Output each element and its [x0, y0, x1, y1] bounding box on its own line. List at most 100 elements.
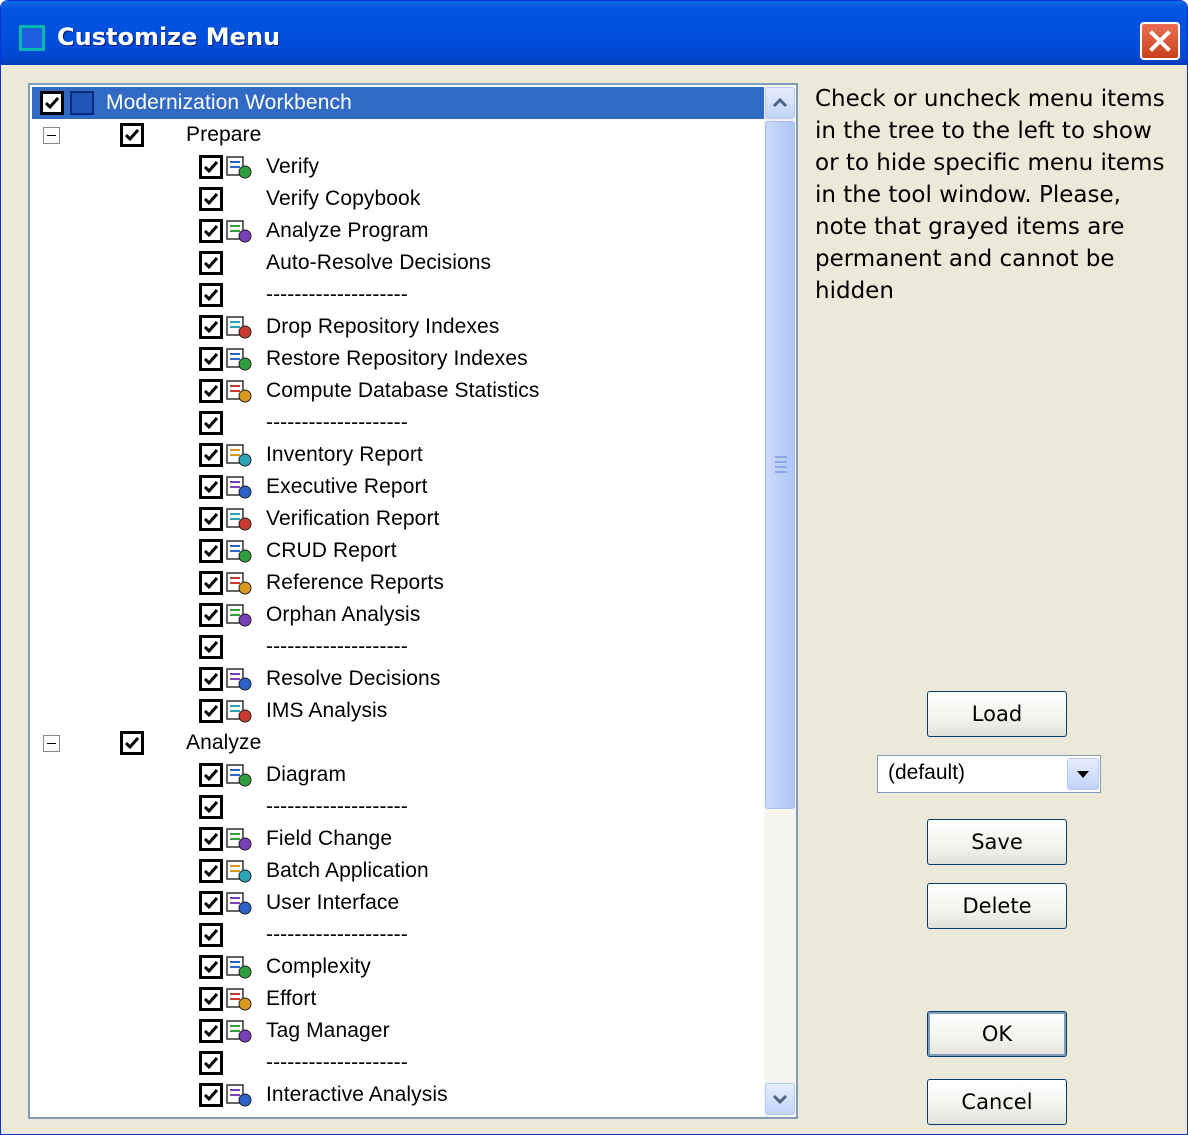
item-checkbox[interactable] [199, 827, 223, 851]
item-checkbox[interactable] [199, 667, 223, 691]
close-button[interactable] [1140, 22, 1180, 60]
menu-item[interactable]: Orphan Analysis [30, 599, 762, 631]
item-checkbox[interactable] [199, 155, 223, 179]
collapse-toggle[interactable] [43, 735, 60, 752]
item-checkbox[interactable] [120, 731, 144, 755]
tree-item-label: Restore Repository Indexes [266, 347, 528, 370]
tree-group-prepare[interactable]: Prepare [30, 119, 762, 151]
item-checkbox[interactable] [199, 571, 223, 595]
menu-item[interactable]: User Interface [30, 887, 762, 919]
menu-item-icon [223, 664, 255, 694]
menu-separator[interactable]: -------------------- [30, 791, 762, 823]
menu-item[interactable]: Executive Report [30, 471, 762, 503]
tree-item-label: -------------------- [266, 795, 408, 818]
tree-item-label: Analyze Program [266, 219, 429, 242]
item-checkbox[interactable] [199, 923, 223, 947]
profile-select[interactable]: (default) [877, 755, 1101, 793]
menu-item[interactable]: Restore Repository Indexes [30, 343, 762, 375]
menu-item[interactable]: Complexity [30, 951, 762, 983]
item-checkbox[interactable] [199, 411, 223, 435]
scroll-thumb[interactable] [765, 121, 795, 809]
ok-button[interactable]: OK [927, 1011, 1067, 1057]
menu-tree[interactable]: Modernization Workbench Prepare Verify Veri… [28, 83, 798, 1119]
tree-item-label: Verification Report [266, 507, 440, 530]
item-checkbox[interactable] [199, 507, 223, 531]
menu-separator[interactable]: -------------------- [30, 407, 762, 439]
tree-item-label: Interactive Analysis [266, 1083, 448, 1106]
menu-item[interactable]: Effort [30, 983, 762, 1015]
item-checkbox[interactable] [199, 379, 223, 403]
menu-item[interactable]: Verify [30, 151, 762, 183]
menu-item[interactable]: Drop Repository Indexes [30, 311, 762, 343]
item-checkbox[interactable] [199, 187, 223, 211]
item-checkbox[interactable] [199, 635, 223, 659]
menu-item-icon [223, 216, 255, 246]
tree-item-label: Executive Report [266, 475, 428, 498]
menu-item[interactable]: Field Change [30, 823, 762, 855]
item-checkbox[interactable] [199, 1083, 223, 1107]
menu-item-icon [223, 888, 255, 918]
menu-item[interactable]: Auto-Resolve Decisions [30, 247, 762, 279]
help-text: Check or uncheck menu items in the tree … [815, 86, 1165, 304]
tree-item-label: Drop Repository Indexes [266, 315, 500, 338]
item-checkbox[interactable] [199, 795, 223, 819]
item-checkbox[interactable] [199, 475, 223, 499]
scroll-down-button[interactable] [765, 1083, 795, 1115]
item-checkbox[interactable] [199, 283, 223, 307]
menu-item[interactable]: Interactive Analysis [30, 1079, 762, 1111]
item-checkbox[interactable] [199, 1019, 223, 1043]
item-checkbox[interactable] [199, 859, 223, 883]
cancel-button[interactable]: Cancel [927, 1079, 1067, 1125]
menu-item[interactable]: Resolve Decisions [30, 663, 762, 695]
tree-item-label: User Interface [266, 891, 400, 914]
item-checkbox[interactable] [199, 539, 223, 563]
tree-item-label: IMS Analysis [266, 699, 388, 722]
menu-item[interactable]: Batch Application [30, 855, 762, 887]
menu-item[interactable]: CRUD Report [30, 535, 762, 567]
item-checkbox[interactable] [199, 251, 223, 275]
item-checkbox[interactable] [40, 91, 64, 115]
load-button[interactable]: Load [927, 691, 1067, 737]
tree-item-label: -------------------- [266, 635, 408, 658]
profile-select-value: (default) [888, 761, 966, 784]
item-checkbox[interactable] [199, 219, 223, 243]
item-checkbox[interactable] [199, 315, 223, 339]
item-checkbox[interactable] [199, 987, 223, 1011]
item-checkbox[interactable] [199, 699, 223, 723]
menu-item[interactable]: Compute Database Statistics [30, 375, 762, 407]
item-checkbox[interactable] [199, 347, 223, 371]
dropdown-button[interactable] [1067, 758, 1099, 790]
item-checkbox[interactable] [199, 955, 223, 979]
menu-item[interactable]: Diagram [30, 759, 762, 791]
item-checkbox[interactable] [199, 603, 223, 627]
menu-item[interactable]: Reference Reports [30, 567, 762, 599]
menu-separator[interactable]: -------------------- [30, 919, 762, 951]
delete-button[interactable]: Delete [927, 883, 1067, 929]
menu-item[interactable]: IMS Analysis [30, 695, 762, 727]
menu-separator[interactable]: -------------------- [30, 631, 762, 663]
scroll-up-button[interactable] [765, 87, 795, 119]
item-checkbox[interactable] [199, 763, 223, 787]
title-bar: Customize Menu [1, 1, 1187, 65]
tree-group-analyze[interactable]: Analyze [30, 727, 762, 759]
menu-separator[interactable]: -------------------- [30, 1047, 762, 1079]
menu-item[interactable]: Inventory Report [30, 439, 762, 471]
item-checkbox[interactable] [120, 123, 144, 147]
menu-item[interactable]: Verification Report [30, 503, 762, 535]
item-checkbox[interactable] [199, 443, 223, 467]
menu-item-icon [223, 568, 255, 598]
save-button[interactable]: Save [927, 819, 1067, 865]
menu-separator[interactable]: -------------------- [30, 279, 762, 311]
menu-item-icon [223, 312, 255, 342]
menu-item[interactable]: Analyze Program [30, 215, 762, 247]
vertical-scrollbar[interactable] [764, 85, 796, 1117]
collapse-toggle[interactable] [43, 127, 60, 144]
item-checkbox[interactable] [199, 891, 223, 915]
delete-button-label: Delete [962, 894, 1032, 918]
menu-item[interactable]: Verify Copybook [30, 183, 762, 215]
tree-root[interactable]: Modernization Workbench [32, 87, 766, 119]
menu-item[interactable]: Tag Manager [30, 1015, 762, 1047]
tree-item-label: Complexity [266, 955, 371, 978]
item-checkbox[interactable] [199, 1051, 223, 1075]
tree-item-label: -------------------- [266, 283, 408, 306]
